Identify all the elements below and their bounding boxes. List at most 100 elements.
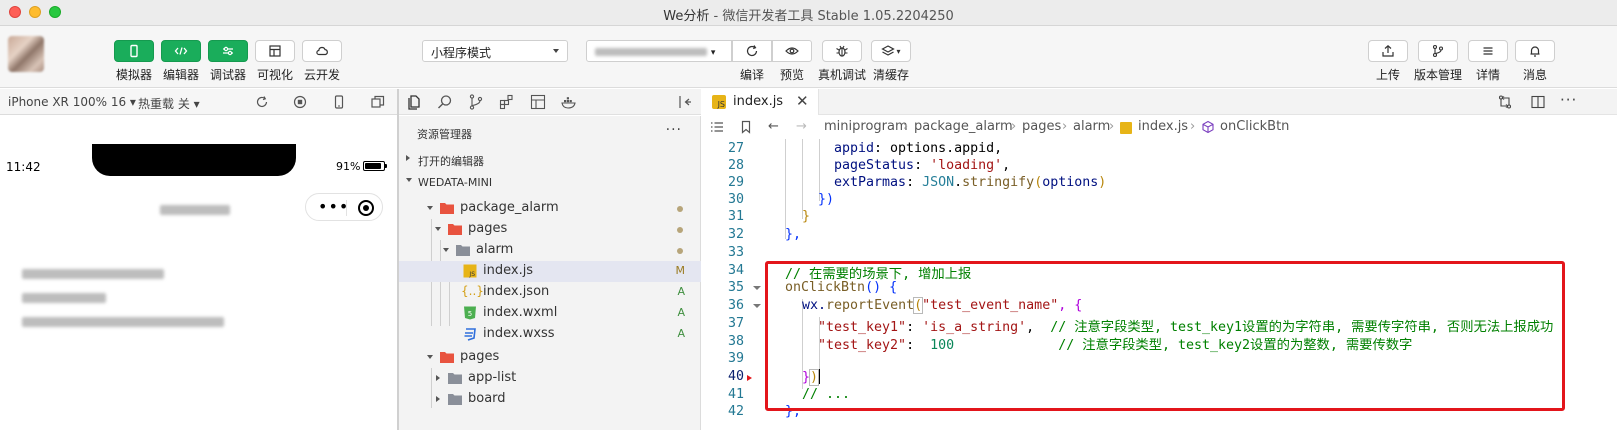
modified-dot [677, 248, 683, 254]
bell-icon [1530, 46, 1540, 57]
compile-button[interactable] [732, 40, 772, 62]
indent-guide [785, 139, 786, 239]
tree-item-app-list[interactable]: app-list [399, 368, 701, 389]
rotate-icon[interactable] [254, 94, 270, 110]
close-icon[interactable]: ✕ [796, 92, 809, 110]
code-token: appid [834, 141, 875, 156]
source-control-icon[interactable] [467, 93, 485, 111]
tree-item-root-pages[interactable]: pages [399, 347, 701, 368]
tree-item-label: index.wxss [483, 326, 555, 341]
fold-chevron-icon[interactable] [753, 286, 761, 290]
extensions-icon[interactable] [498, 93, 516, 111]
title-bar: We分析 - 微信开发者工具 Stable 1.05.2204250 [0, 0, 1617, 26]
tree-item-index-js[interactable]: JS index.js M [399, 261, 701, 282]
status-time: 11:42 [6, 160, 41, 174]
modified-dot [677, 227, 683, 233]
svg-text:5: 5 [468, 310, 472, 318]
device-select[interactable]: iPhone XR 100% 16 ▾ [8, 95, 136, 109]
code-line-35: onClickBtn() { [785, 280, 897, 295]
simulator-button[interactable] [114, 40, 154, 62]
fold-chevron-icon[interactable] [753, 304, 761, 308]
tree-item-index-wxml[interactable]: 5 index.wxml A [399, 303, 701, 324]
mini-program-capsule[interactable]: ••• [305, 193, 383, 221]
phone-icon [130, 44, 138, 58]
breadcrumb-item[interactable]: pages [1022, 119, 1061, 134]
preview-button[interactable] [772, 40, 812, 62]
explorer-more-button[interactable]: ··· [666, 122, 682, 138]
code-token: "test_event_name" [922, 298, 1059, 313]
code-token: // 注意字段类型, test_key2设置的为整数, 需要传数字 [1058, 338, 1413, 353]
code-token: , [1026, 320, 1051, 335]
compile-mode-select[interactable]: ▾ [586, 40, 732, 62]
more-icon[interactable]: ••• [318, 199, 349, 215]
open-editors-section[interactable]: 打开的编辑器 [399, 149, 701, 171]
remote-debug-button[interactable] [822, 40, 862, 62]
breadcrumb-item[interactable]: index.js [1138, 119, 1188, 134]
cloud-dev-button[interactable] [302, 40, 342, 62]
json-file-icon: {..} [461, 284, 484, 298]
messages-button[interactable] [1515, 40, 1555, 62]
stop-icon[interactable] [292, 94, 308, 110]
files-icon[interactable] [405, 93, 423, 111]
line-number: 36 [727, 298, 744, 313]
code-token: reportEvent [826, 298, 915, 313]
code-editor[interactable]: 27 28 29 30 31 32 33 34 35 36 37 38 39 4… [702, 139, 1617, 430]
details-button[interactable] [1468, 40, 1508, 62]
breadcrumb-separator: › [1190, 119, 1196, 134]
list-icon[interactable] [710, 120, 724, 134]
breadcrumb-item[interactable]: package_alarm [914, 119, 1013, 134]
simulator-header: iPhone XR 100% 16 ▾ 热重载 关 ▾ [0, 89, 397, 115]
js-file-icon: JS [463, 264, 477, 278]
code-line-30: }) [818, 192, 835, 207]
line-number: 32 [727, 227, 744, 242]
tree-item-index-json[interactable]: {..} index.json A [399, 282, 701, 303]
capsule-divider [346, 200, 347, 216]
mode-select-value: 小程序模式 [431, 46, 492, 60]
code-line-31: } [802, 209, 811, 224]
back-arrow-icon[interactable]: ← [768, 119, 779, 134]
tree-item-label: board [468, 391, 506, 406]
tree-item-pages[interactable]: pages [399, 219, 701, 240]
tree-item-board[interactable]: board [399, 389, 701, 410]
forward-arrow-icon[interactable]: → [796, 119, 807, 134]
close-target-icon[interactable] [358, 200, 374, 216]
tree-item-label: index.wxml [483, 305, 558, 320]
mode-select[interactable]: 小程序模式 [422, 40, 568, 62]
tree-item-package-alarm[interactable]: package_alarm [399, 198, 701, 219]
version-control-button[interactable] [1418, 40, 1458, 62]
debugger-button[interactable] [208, 40, 248, 62]
line-number: 37 [727, 316, 744, 331]
breadcrumb-item[interactable]: alarm [1073, 119, 1110, 134]
collapse-panel-icon[interactable] [676, 93, 694, 111]
tree-item-label: pages [460, 349, 500, 364]
breadcrumb-item[interactable]: onClickBtn [1220, 119, 1289, 134]
more-actions-icon[interactable]: ··· [1560, 91, 1577, 109]
panel-layout-icon[interactable] [529, 93, 547, 111]
tab-label: index.js [733, 94, 784, 109]
git-status-added: A [677, 327, 685, 340]
battery-icon [363, 161, 387, 171]
blurred-content-line-3 [22, 314, 224, 328]
docker-icon[interactable] [560, 93, 578, 111]
tab-index-js[interactable]: JS index.js ✕ [702, 89, 819, 115]
tree-item-alarm[interactable]: alarm [399, 240, 701, 261]
tree-item-index-wxss[interactable]: index.wxss A [399, 324, 701, 345]
hot-reload-select[interactable]: 热重载 关 ▾ [138, 95, 200, 112]
bookmark-icon[interactable] [739, 120, 753, 134]
code-token: // 注意字段类型, test_key1设置的为字符串, 需要传字符串, 否则无… [1050, 320, 1554, 335]
detach-window-icon[interactable] [370, 94, 386, 110]
compare-changes-icon[interactable] [1497, 94, 1513, 110]
breadcrumb-item[interactable]: miniprogram [824, 119, 908, 134]
clear-cache-button[interactable]: ▾ [871, 40, 911, 62]
upload-icon [1382, 44, 1394, 57]
phone-icon[interactable] [331, 94, 347, 110]
avatar[interactable] [8, 36, 44, 72]
split-editor-icon[interactable] [1530, 94, 1546, 110]
line-number: 27 [727, 141, 744, 156]
search-icon[interactable] [436, 93, 454, 111]
project-section[interactable]: WEDATA-MINI [399, 172, 701, 194]
upload-button[interactable] [1368, 40, 1408, 62]
visual-button[interactable] [255, 40, 295, 62]
editor-button[interactable] [161, 40, 201, 62]
code-token: "test_key2" [818, 338, 907, 353]
